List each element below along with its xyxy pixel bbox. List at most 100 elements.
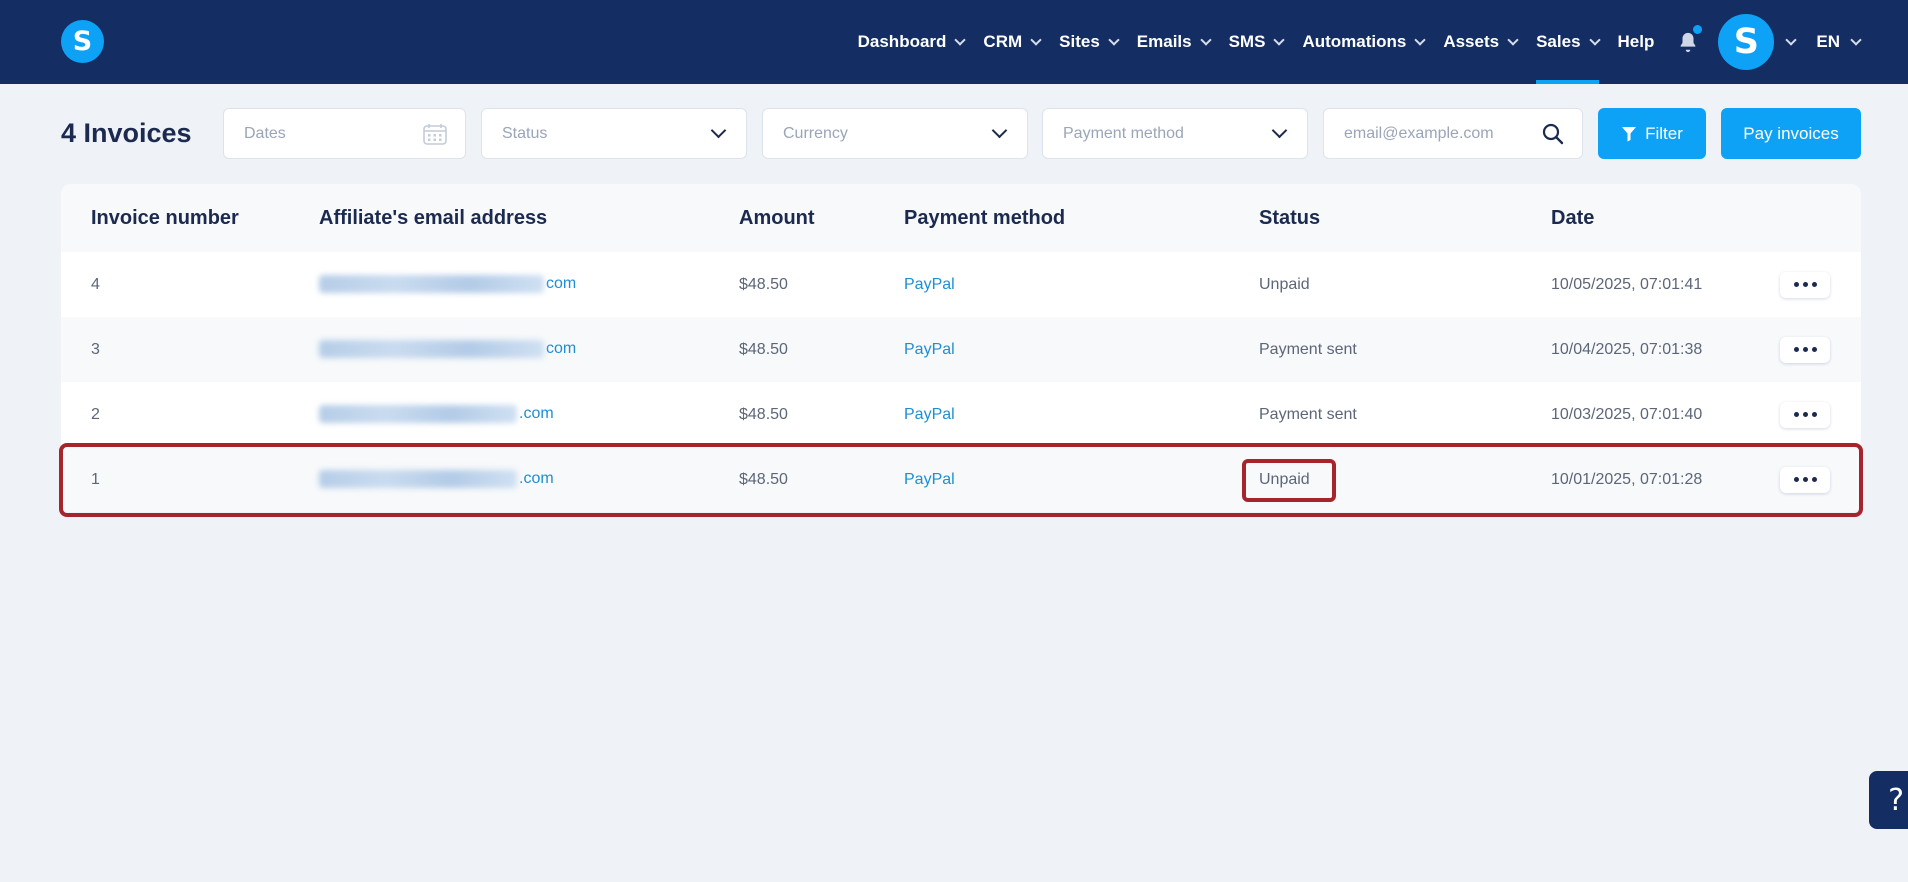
- payment-method-link[interactable]: PayPal: [904, 406, 955, 424]
- language-label: EN: [1816, 32, 1840, 51]
- chevron-down-icon: [710, 122, 727, 139]
- table-row[interactable]: 1 .com $48.50 PayPal Unpaid 10/01/2025, …: [61, 447, 1861, 512]
- payment-method-link[interactable]: PayPal: [904, 276, 955, 294]
- nav-sites[interactable]: Sites: [1059, 0, 1120, 84]
- date-text: 10/03/2025, 07:01:40: [1551, 405, 1703, 423]
- chevron-down-icon: [1271, 122, 1288, 139]
- main-nav: Dashboard CRM Sites Emails SMS Automatio…: [839, 0, 1908, 84]
- affiliate-email[interactable]: com: [319, 340, 576, 359]
- payment-method-link[interactable]: PayPal: [904, 341, 955, 359]
- chevron-down-icon: [1588, 33, 1601, 46]
- table-header-row: Invoice number Affiliate's email address…: [61, 184, 1861, 252]
- redacted-email: [319, 275, 544, 294]
- chevron-down-icon: [1030, 33, 1042, 46]
- app-logo[interactable]: S: [61, 20, 104, 63]
- dates-placeholder: Dates: [244, 124, 286, 142]
- email-placeholder: email@example.com: [1344, 124, 1494, 142]
- nav-sms[interactable]: SMS: [1229, 0, 1286, 84]
- chevron-down-icon: [1108, 33, 1120, 46]
- search-icon[interactable]: [1542, 123, 1564, 145]
- more-dots-icon: [1802, 477, 1808, 482]
- user-avatar[interactable]: S: [1718, 14, 1775, 70]
- dates-input[interactable]: Dates: [223, 108, 466, 159]
- more-dots-icon: [1811, 282, 1817, 287]
- col-affiliate-email[interactable]: Affiliate's email address: [319, 207, 547, 230]
- language-selector[interactable]: EN: [1816, 32, 1862, 52]
- nav-sales[interactable]: Sales: [1536, 0, 1601, 84]
- status-text: Payment sent: [1259, 340, 1357, 358]
- nav-crm[interactable]: CRM: [983, 0, 1042, 84]
- nav-label: Dashboard: [857, 32, 947, 51]
- col-invoice-number[interactable]: Invoice number: [91, 207, 239, 230]
- help-widget-button[interactable]: ?: [1869, 771, 1908, 829]
- invoice-number: 2: [91, 405, 100, 423]
- status-placeholder: Status: [502, 124, 548, 142]
- date-text: 10/01/2025, 07:01:28: [1551, 470, 1703, 488]
- invoice-number: 1: [91, 470, 100, 488]
- affiliate-email[interactable]: .com: [319, 405, 554, 424]
- email-suffix: .com: [519, 470, 554, 488]
- currency-select[interactable]: Currency: [762, 108, 1028, 159]
- nav-dashboard[interactable]: Dashboard: [857, 0, 967, 84]
- notifications-bell-icon[interactable]: [1676, 0, 1703, 84]
- row-actions-button[interactable]: [1780, 271, 1830, 298]
- chevron-down-icon: [1850, 33, 1862, 46]
- redacted-email: [319, 340, 544, 359]
- table-row[interactable]: 3 com $48.50 PayPal Payment sent 10/04/2…: [61, 317, 1861, 382]
- row-actions-button[interactable]: [1780, 336, 1830, 363]
- email-suffix: .com: [519, 405, 554, 423]
- affiliate-email[interactable]: com: [319, 275, 576, 294]
- filter-label: Filter: [1645, 123, 1683, 143]
- email-search-input[interactable]: email@example.com: [1323, 108, 1583, 159]
- col-payment-method[interactable]: Payment method: [904, 207, 1065, 230]
- pay-invoices-button[interactable]: Pay invoices: [1721, 108, 1861, 159]
- chevron-down-icon: [1414, 33, 1426, 46]
- nav-help[interactable]: Help: [1618, 0, 1655, 84]
- table-row[interactable]: 2 .com $48.50 PayPal Payment sent 10/03/…: [61, 382, 1861, 447]
- more-dots-icon: [1811, 412, 1817, 417]
- more-dots-icon: [1793, 412, 1799, 417]
- more-dots-icon: [1811, 477, 1817, 482]
- page-title: 4 Invoices: [61, 118, 192, 148]
- nav-label: Automations: [1302, 32, 1407, 51]
- redacted-email: [319, 470, 517, 489]
- amount: $48.50: [739, 470, 788, 488]
- payment-method-link[interactable]: PayPal: [904, 471, 955, 489]
- row-actions-button[interactable]: [1780, 466, 1830, 493]
- more-dots-icon: [1793, 282, 1799, 287]
- filter-button[interactable]: Filter: [1598, 108, 1706, 159]
- amount: $48.50: [739, 275, 788, 293]
- nav-automations[interactable]: Automations: [1302, 0, 1426, 84]
- more-dots-icon: [1811, 347, 1817, 352]
- chevron-down-icon[interactable]: [1785, 33, 1798, 46]
- row-actions-button[interactable]: [1780, 401, 1830, 428]
- col-amount[interactable]: Amount: [739, 207, 815, 230]
- table-row[interactable]: 4 com $48.50 PayPal Unpaid 10/05/2025, 0…: [61, 252, 1861, 317]
- amount: $48.50: [739, 405, 788, 423]
- invoices-table: Invoice number Affiliate's email address…: [61, 184, 1861, 512]
- pay-invoices-label: Pay invoices: [1743, 123, 1839, 143]
- more-dots-icon: [1793, 347, 1799, 352]
- nav-emails[interactable]: Emails: [1136, 0, 1212, 84]
- affiliate-email[interactable]: .com: [319, 470, 554, 489]
- more-dots-icon: [1802, 412, 1808, 417]
- amount: $48.50: [739, 340, 788, 358]
- nav-assets[interactable]: Assets: [1443, 0, 1519, 84]
- col-date[interactable]: Date: [1551, 207, 1594, 230]
- invoice-number: 3: [91, 340, 100, 358]
- nav-label: CRM: [983, 32, 1023, 51]
- nav-label: Assets: [1443, 32, 1500, 51]
- currency-placeholder: Currency: [783, 124, 848, 142]
- col-status[interactable]: Status: [1259, 207, 1320, 230]
- nav-label: Emails: [1136, 32, 1192, 51]
- nav-label: Sites: [1059, 32, 1100, 51]
- nav-label: Help: [1617, 32, 1655, 51]
- payment-method-select[interactable]: Payment method: [1042, 108, 1308, 159]
- nav-label: Sales: [1536, 32, 1581, 51]
- chevron-down-icon: [991, 122, 1008, 139]
- status-select[interactable]: Status: [481, 108, 747, 159]
- status-text: Unpaid: [1259, 470, 1310, 488]
- more-dots-icon: [1793, 477, 1799, 482]
- status-text: Unpaid: [1259, 275, 1310, 293]
- calendar-icon: [423, 124, 447, 145]
